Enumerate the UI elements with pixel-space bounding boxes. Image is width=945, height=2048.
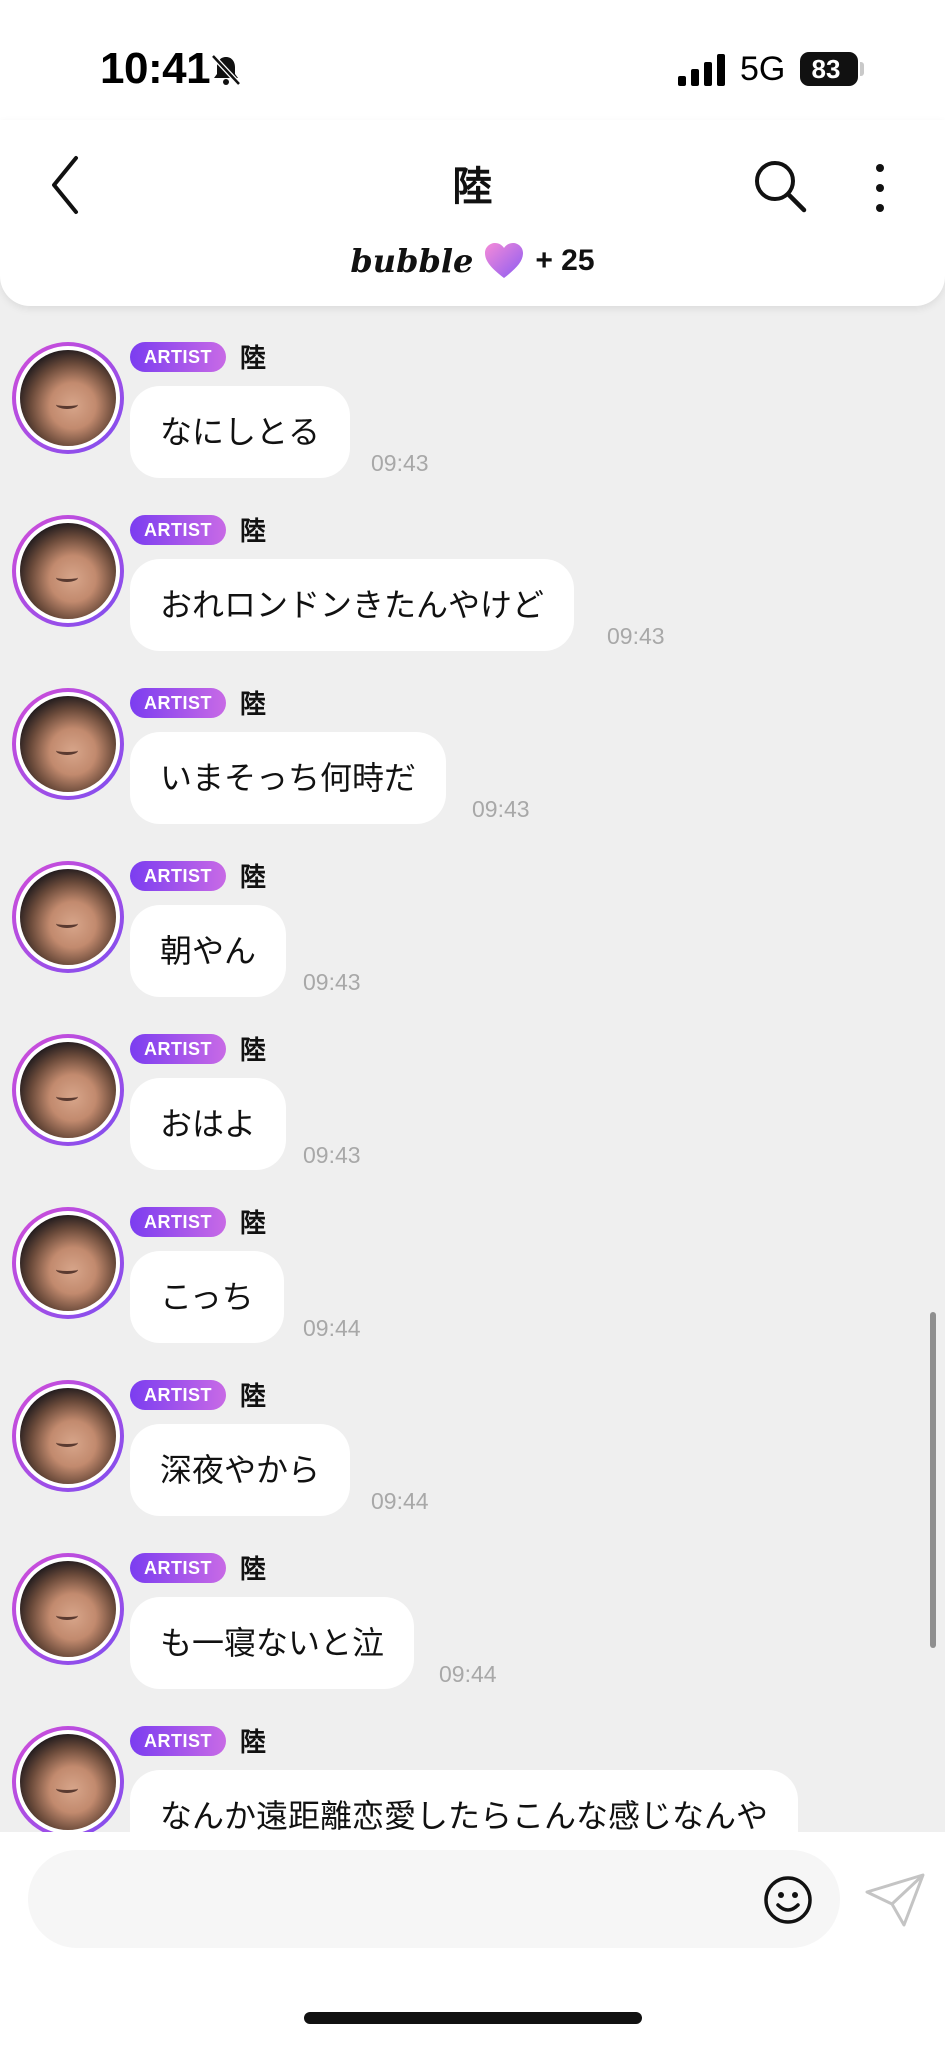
avatar-photo: [20, 869, 116, 965]
sender-name: 陸: [240, 344, 267, 374]
avatar[interactable]: [12, 861, 124, 973]
artist-badge: ARTIST: [130, 342, 226, 372]
artist-badge: ARTIST: [130, 688, 226, 718]
paper-plane-icon[interactable]: [864, 1872, 926, 1928]
message-row: ARTIST 陸 いまそっち何時だ 09:43: [0, 652, 945, 825]
avatar-photo: [20, 350, 116, 446]
home-indicator: [304, 2012, 642, 2024]
sender-name: 陸: [240, 1209, 267, 1239]
message-bubble[interactable]: 朝やん: [130, 905, 287, 997]
avatar-photo: [20, 1215, 116, 1311]
avatar-photo: [20, 1388, 116, 1484]
message-bubble[interactable]: いまそっち何時だ: [130, 732, 447, 824]
bubble-counter[interactable]: bubble + 25: [0, 242, 945, 280]
message-bubble[interactable]: おはよ: [130, 1078, 287, 1170]
message-time: 09:43: [303, 969, 361, 995]
sender-name: 陸: [240, 863, 267, 893]
artist-badge: ARTIST: [130, 1207, 226, 1237]
message-row: ARTIST 陸 も一寝ないと泣 09:44: [0, 1517, 945, 1690]
artist-badge: ARTIST: [130, 515, 226, 545]
avatar[interactable]: [12, 1207, 124, 1319]
message-time: 09:44: [303, 1315, 361, 1341]
avatar[interactable]: [12, 688, 124, 800]
sender-name: 陸: [240, 1382, 267, 1412]
message-list[interactable]: ARTIST 陸 なにしとる 09:43 ARTIST 陸 おれロンドンきたんや…: [0, 306, 945, 1832]
message-row: ARTIST 陸 深夜やから 09:44: [0, 1344, 945, 1517]
message-bubble[interactable]: も一寝ないと泣: [130, 1597, 415, 1689]
avatar-photo: [20, 1734, 116, 1830]
message-row: ARTIST 陸 なにしとる 09:43: [0, 306, 945, 479]
sender-name: 陸: [240, 1728, 267, 1758]
network-type: 5G: [740, 50, 786, 88]
artist-badge: ARTIST: [130, 1553, 226, 1583]
scrollbar[interactable]: [930, 1312, 936, 1648]
message-row: ARTIST 陸 こっち 09:44: [0, 1171, 945, 1344]
cellular-signal-icon: [678, 54, 725, 86]
message-bubble[interactable]: 深夜やから: [130, 1424, 351, 1516]
bubble-count: + 25: [535, 244, 595, 277]
sender-name: 陸: [240, 1555, 267, 1585]
sender-name: 陸: [240, 517, 267, 547]
avatar-photo: [20, 1561, 116, 1657]
avatar[interactable]: [12, 342, 124, 454]
artist-badge: ARTIST: [130, 861, 226, 891]
avatar[interactable]: [12, 1726, 124, 1832]
bubble-brand-logo: bubble: [350, 242, 474, 280]
artist-badge: ARTIST: [130, 1380, 226, 1410]
avatar-photo: [20, 696, 116, 792]
message-bubble[interactable]: なんか遠距離恋愛したらこんな感じなんや: [130, 1770, 799, 1832]
heart-icon: [485, 243, 524, 278]
status-time: 10:41: [100, 44, 211, 93]
avatar[interactable]: [12, 1553, 124, 1665]
message-row: ARTIST 陸 おはよ 09:43: [0, 998, 945, 1171]
message-bubble[interactable]: おれロンドンきたんやけど: [130, 559, 575, 651]
search-icon[interactable]: [752, 158, 808, 214]
message-bubble[interactable]: なにしとる: [130, 386, 351, 478]
battery-icon: 83: [800, 52, 858, 86]
sender-name: 陸: [240, 690, 267, 720]
bell-slash-icon: [211, 54, 241, 86]
message-time: 09:43: [472, 796, 530, 822]
avatar[interactable]: [12, 1034, 124, 1146]
status-bar: 10:41 5G 83: [0, 0, 945, 140]
message-time: 09:43: [371, 450, 429, 476]
avatar[interactable]: [12, 515, 124, 627]
message-row: ARTIST 陸 なんか遠距離恋愛したらこんな感じなんや: [0, 1690, 945, 1832]
message-input[interactable]: [28, 1850, 840, 1948]
message-row: ARTIST 陸 おれロンドンきたんやけど 09:43: [0, 479, 945, 652]
message-row: ARTIST 陸 朝やん 09:43: [0, 825, 945, 998]
message-time: 09:44: [371, 1488, 429, 1514]
message-time: 09:43: [607, 623, 665, 649]
avatar-photo: [20, 1042, 116, 1138]
message-bubble[interactable]: こっち: [130, 1251, 284, 1343]
message-time: 09:43: [303, 1142, 361, 1168]
avatar-photo: [20, 523, 116, 619]
sender-name: 陸: [240, 1036, 267, 1066]
artist-badge: ARTIST: [130, 1726, 226, 1756]
message-time: 09:44: [439, 1661, 497, 1687]
chat-header: 陸 bubble + 25: [0, 120, 945, 306]
battery-cap: [860, 62, 864, 76]
artist-badge: ARTIST: [130, 1034, 226, 1064]
more-vertical-icon[interactable]: [868, 160, 892, 216]
smiley-icon[interactable]: [762, 1874, 814, 1926]
avatar[interactable]: [12, 1380, 124, 1492]
